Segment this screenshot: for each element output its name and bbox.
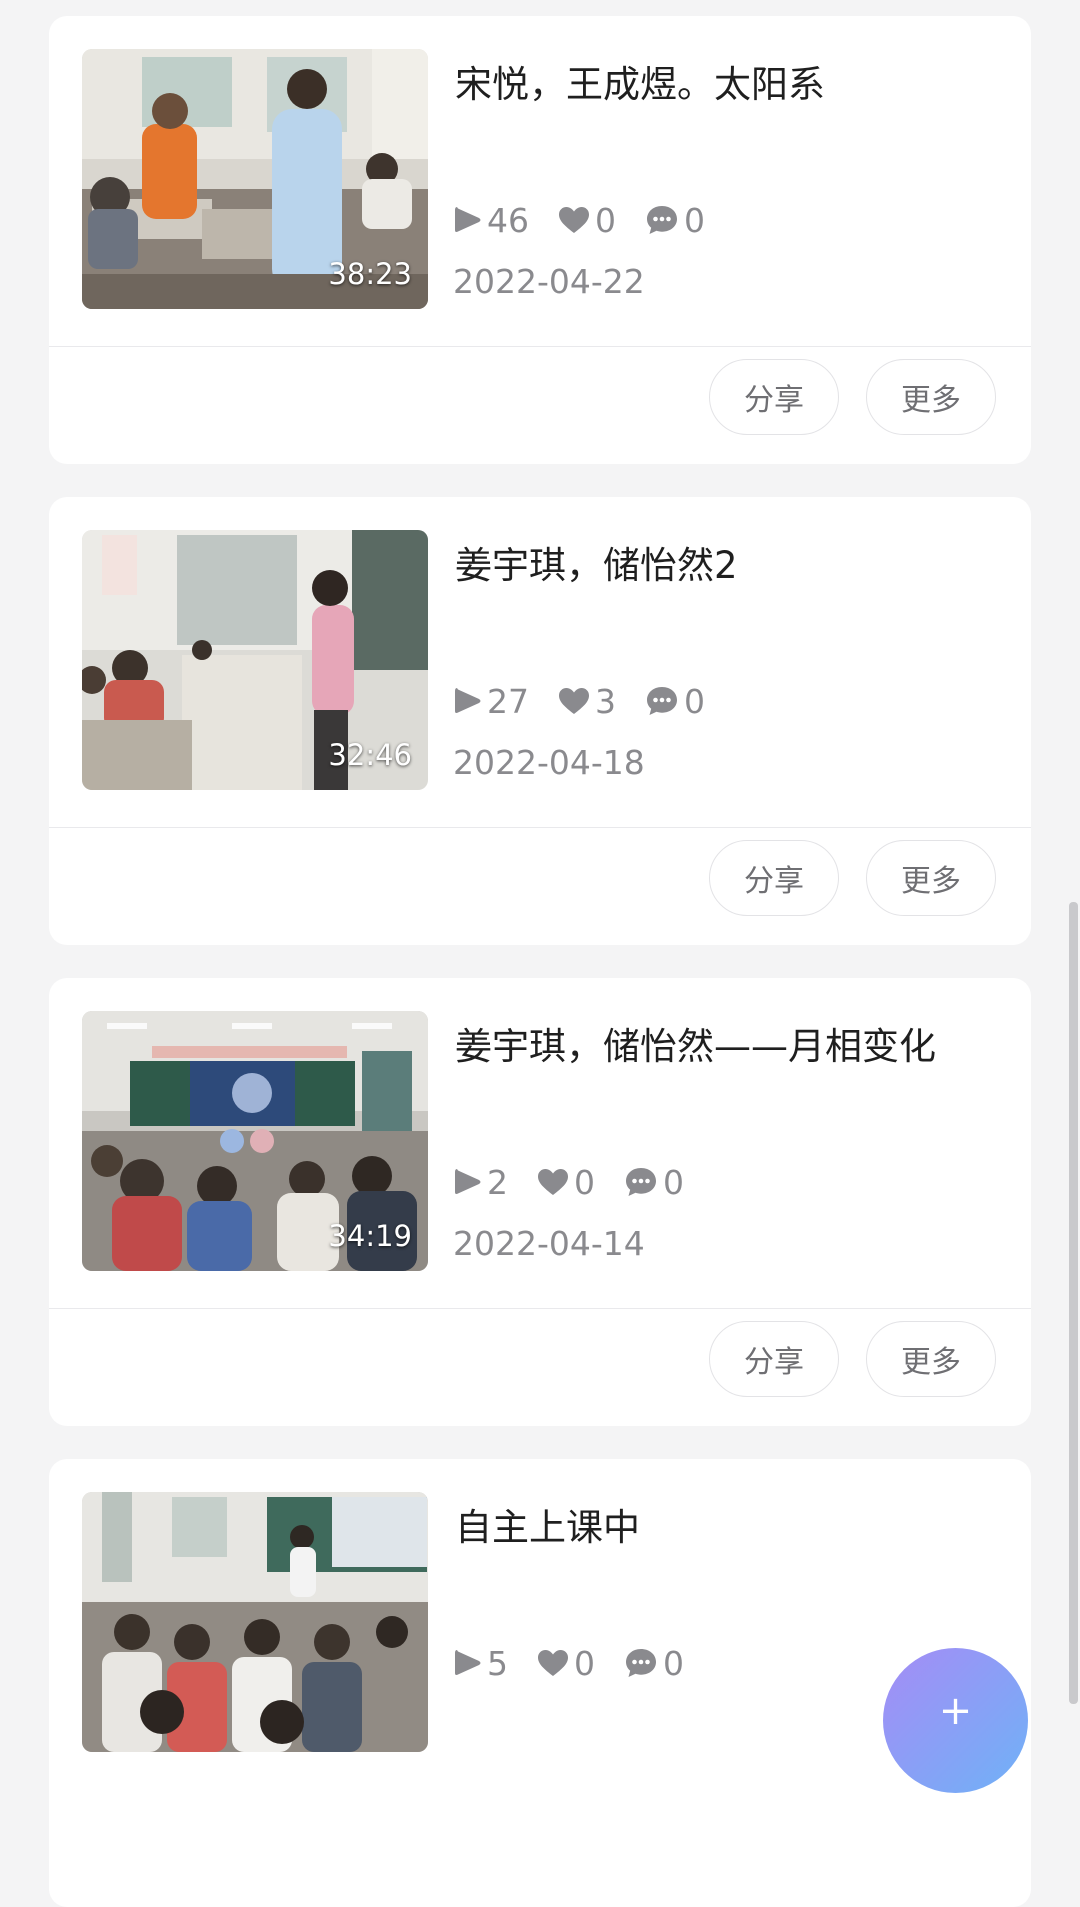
play-count: 27: [453, 682, 529, 721]
comment-count[interactable]: 0: [644, 682, 705, 721]
video-title[interactable]: 自主上课中: [455, 1497, 640, 1551]
video-title[interactable]: 姜宇琪，储怡然2: [455, 535, 738, 589]
play-icon: [455, 1650, 481, 1675]
card-divider: [49, 1308, 1031, 1309]
add-video-button[interactable]: +: [883, 1648, 1028, 1793]
more-button[interactable]: 更多: [866, 1321, 996, 1397]
share-button[interactable]: 分享: [709, 840, 839, 916]
play-count: 46: [453, 201, 529, 240]
heart-icon: [538, 1169, 568, 1195]
video-date: 2022-04-18: [453, 743, 645, 782]
comment-icon: [647, 687, 677, 715]
video-title[interactable]: 宋悦，王成煜。太阳系: [455, 54, 825, 108]
plus-icon: +: [938, 1688, 973, 1734]
comment-count[interactable]: 0: [644, 201, 705, 240]
video-thumbnail[interactable]: 32:46: [82, 530, 428, 790]
play-count: 2: [453, 1163, 508, 1202]
play-icon: [455, 207, 481, 232]
heart-icon: [559, 207, 589, 233]
video-card[interactable]: 32:46 姜宇琪，储怡然2 27 3 0 2022-04-18 分享 更多: [49, 497, 1031, 945]
video-card[interactable]: 38:23 宋悦，王成煜。太阳系 46 0 0 2022-04-22 分享 更多: [49, 16, 1031, 464]
video-stats: 2 0 0: [453, 1162, 712, 1202]
card-divider: [49, 827, 1031, 828]
video-stats: 46 0 0: [453, 200, 733, 240]
video-date: 2022-04-14: [453, 1224, 645, 1263]
more-button[interactable]: 更多: [866, 359, 996, 435]
comment-count[interactable]: 0: [623, 1644, 684, 1683]
play-icon: [455, 688, 481, 713]
video-duration: 34:19: [328, 1219, 412, 1253]
video-card[interactable]: 自主上课中 5 0 0: [49, 1459, 1031, 1907]
share-button[interactable]: 分享: [709, 359, 839, 435]
more-button[interactable]: 更多: [866, 840, 996, 916]
video-card[interactable]: 34:19 姜宇琪，储怡然——月相变化 2 0 0 2022-04-14 分享 …: [49, 978, 1031, 1426]
like-count[interactable]: 3: [557, 682, 616, 721]
heart-icon: [559, 688, 589, 714]
share-button[interactable]: 分享: [709, 1321, 839, 1397]
comment-icon: [647, 206, 677, 234]
video-stats: 27 3 0: [453, 681, 733, 721]
play-count: 5: [453, 1644, 508, 1683]
comment-icon: [626, 1649, 656, 1677]
video-duration: 32:46: [328, 738, 412, 772]
like-count[interactable]: 0: [536, 1644, 595, 1683]
comment-icon: [626, 1168, 656, 1196]
like-count[interactable]: 0: [536, 1163, 595, 1202]
classroom-thumbnail-image: [82, 1492, 428, 1752]
video-thumbnail[interactable]: 34:19: [82, 1011, 428, 1271]
like-count[interactable]: 0: [557, 201, 616, 240]
video-duration: 38:23: [328, 257, 412, 291]
play-icon: [455, 1169, 481, 1194]
scrollbar[interactable]: [1069, 902, 1078, 1704]
video-stats: 5 0 0: [453, 1643, 712, 1683]
video-thumbnail[interactable]: 38:23: [82, 49, 428, 309]
card-divider: [49, 346, 1031, 347]
heart-icon: [538, 1650, 568, 1676]
comment-count[interactable]: 0: [623, 1163, 684, 1202]
video-title[interactable]: 姜宇琪，储怡然——月相变化: [455, 1016, 936, 1070]
video-date: 2022-04-22: [453, 262, 645, 301]
video-thumbnail[interactable]: [82, 1492, 428, 1752]
